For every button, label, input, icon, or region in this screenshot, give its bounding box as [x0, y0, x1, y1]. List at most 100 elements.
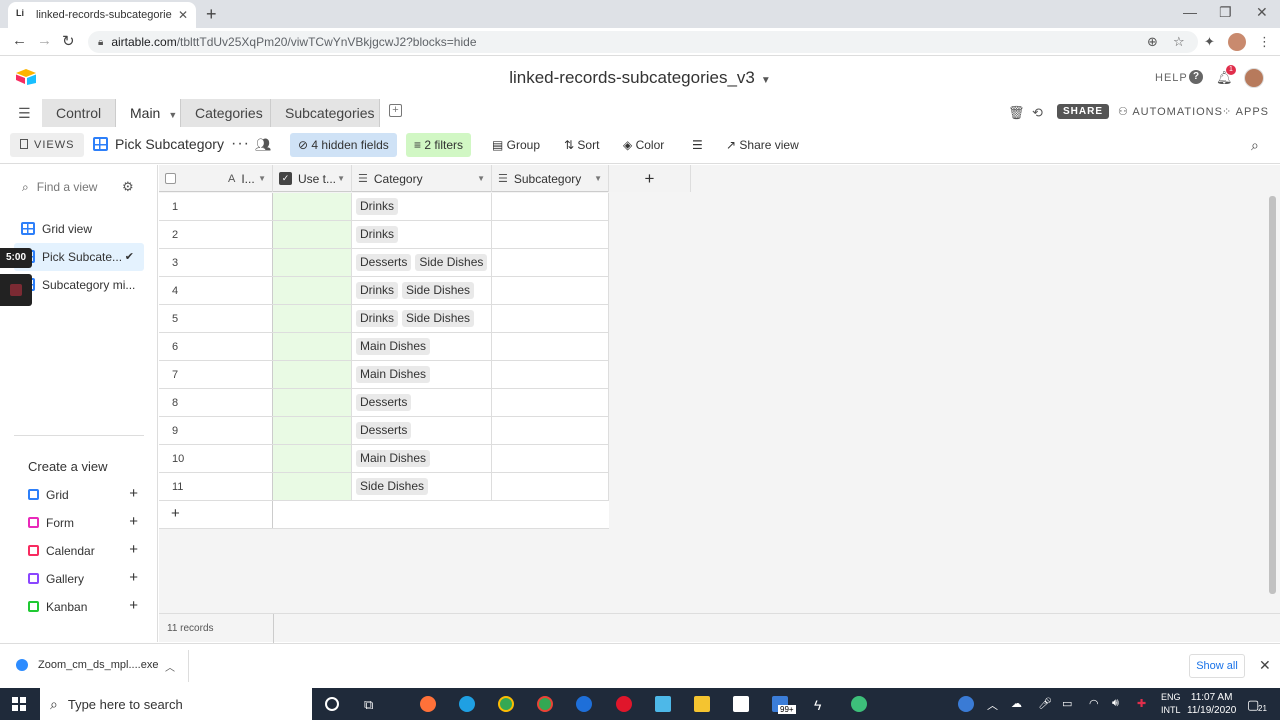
- use-cell[interactable]: [273, 361, 352, 388]
- trash-icon[interactable]: 🗑︎: [1008, 105, 1025, 121]
- category-cell[interactable]: Drinks Side Dishes: [352, 277, 492, 304]
- lightning-icon[interactable]: ϟ: [814, 697, 821, 713]
- use-cell[interactable]: [273, 445, 352, 472]
- category-cell[interactable]: Side Dishes: [352, 473, 492, 500]
- more-options-icon[interactable]: ···: [231, 135, 250, 153]
- app-icon[interactable]: [655, 696, 671, 712]
- base-title[interactable]: linked-records-subcategories_v3 ▼: [0, 68, 1280, 88]
- column-header-use[interactable]: ✓ Use t... ▼: [273, 165, 352, 192]
- category-cell[interactable]: Drinks: [352, 193, 492, 220]
- category-pill[interactable]: Side Dishes: [356, 478, 429, 495]
- table-row[interactable]: 11 Side Dishes: [159, 473, 609, 501]
- current-view-name[interactable]: Pick Subcategory: [93, 136, 224, 152]
- sidebar-item-grid-view[interactable]: Grid view: [14, 215, 144, 243]
- column-header-category[interactable]: ☰ Category ▼: [352, 165, 492, 192]
- chevron-down-icon[interactable]: ▼: [258, 174, 266, 183]
- table-row[interactable]: 1 Drinks: [159, 193, 609, 221]
- address-bar[interactable]: 🔒︎ airtable.com/tblttTdUv25XqPm20/viwTCw…: [88, 31, 1198, 53]
- ie-icon[interactable]: [576, 696, 592, 712]
- chevron-down-icon[interactable]: ▼: [477, 174, 485, 183]
- category-cell[interactable]: Desserts: [352, 389, 492, 416]
- subcategory-cell[interactable]: [492, 221, 609, 248]
- table-row[interactable]: 6 Main Dishes: [159, 333, 609, 361]
- create-gallery-view[interactable]: Gallery +: [28, 569, 138, 589]
- chrome-icon[interactable]: [498, 696, 514, 712]
- windows-start-icon[interactable]: [12, 697, 26, 711]
- tab-main[interactable]: Main ▼: [116, 99, 181, 127]
- add-record-row[interactable]: +: [159, 501, 609, 529]
- create-form-view[interactable]: Form +: [28, 513, 138, 533]
- network-icon[interactable]: ✚: [1137, 697, 1146, 710]
- hidden-fields-button[interactable]: ⊘ 4 hidden fields: [290, 133, 397, 157]
- views-toggle-button[interactable]: VIEWS: [10, 133, 85, 157]
- category-pill[interactable]: Main Dishes: [356, 338, 431, 355]
- subcategory-cell[interactable]: [492, 305, 609, 332]
- reload-icon[interactable]: ↻: [62, 32, 75, 50]
- category-cell[interactable]: Desserts: [352, 417, 492, 444]
- use-cell[interactable]: [273, 249, 352, 276]
- chevron-down-icon[interactable]: ▼: [337, 174, 345, 183]
- chevron-down-icon[interactable]: ▼: [168, 110, 177, 120]
- category-pill[interactable]: Side Dishes: [402, 310, 475, 327]
- download-item[interactable]: Zoom_cm_ds_mpl....exe: [16, 659, 158, 671]
- automations-button[interactable]: ⚇ AUTOMATIONS: [1118, 105, 1223, 118]
- chevron-down-icon[interactable]: ▼: [594, 174, 602, 183]
- share-button[interactable]: SHARE: [1057, 104, 1110, 119]
- subcategory-cell[interactable]: [492, 389, 609, 416]
- color-button[interactable]: ◈ Color: [615, 133, 672, 157]
- apps-button[interactable]: ⁘ APPS: [1222, 105, 1269, 118]
- row-height-button[interactable]: ☰: [684, 133, 711, 157]
- create-calendar-view[interactable]: Calendar +: [28, 541, 138, 561]
- use-cell[interactable]: [273, 333, 352, 360]
- vertical-scrollbar[interactable]: [1269, 196, 1276, 594]
- sidebar-item-subcategory-mi[interactable]: Subcategory mi...: [14, 271, 144, 299]
- help-tray-icon[interactable]: [958, 696, 974, 712]
- use-cell[interactable]: [273, 221, 352, 248]
- add-field-button[interactable]: +: [609, 165, 691, 192]
- close-window-icon[interactable]: ✕: [1256, 4, 1268, 21]
- volume-icon[interactable]: 🔊︎: [1112, 697, 1119, 710]
- table-row[interactable]: 3 Desserts Side Dishes: [159, 249, 609, 277]
- plus-icon[interactable]: +: [129, 541, 138, 558]
- category-cell[interactable]: Drinks Side Dishes: [352, 305, 492, 332]
- avatar[interactable]: [1244, 68, 1264, 88]
- category-pill[interactable]: Main Dishes: [356, 366, 431, 383]
- add-record-icon[interactable]: +: [159, 501, 273, 528]
- back-icon[interactable]: ←: [12, 32, 27, 49]
- subcategory-cell[interactable]: [492, 417, 609, 444]
- wifi-icon[interactable]: ◠: [1089, 697, 1099, 710]
- profile-avatar[interactable]: [1228, 33, 1246, 51]
- browser-menu-icon[interactable]: ⋮: [1258, 34, 1271, 50]
- extensions-icon[interactable]: ✦: [1204, 34, 1215, 50]
- subcategory-cell[interactable]: [492, 333, 609, 360]
- subcategory-cell[interactable]: [492, 445, 609, 472]
- category-pill[interactable]: Desserts: [356, 394, 412, 411]
- category-pill[interactable]: Drinks: [356, 310, 399, 327]
- use-cell[interactable]: [273, 417, 352, 444]
- stop-recording-button[interactable]: [0, 274, 32, 306]
- bookmark-star-icon[interactable]: ☆: [1173, 34, 1185, 50]
- plus-icon[interactable]: +: [129, 485, 138, 502]
- create-kanban-view[interactable]: Kanban +: [28, 597, 138, 617]
- file-explorer-icon[interactable]: [694, 696, 710, 712]
- help-icon[interactable]: ?: [1189, 70, 1203, 84]
- help-link[interactable]: HELP: [1155, 72, 1188, 84]
- category-pill[interactable]: Drinks: [356, 282, 399, 299]
- category-cell[interactable]: Main Dishes: [352, 445, 492, 472]
- close-icon[interactable]: ✕: [1259, 657, 1271, 674]
- taskbar-search[interactable]: ⌕ Type here to search: [40, 688, 312, 720]
- chrome-alt-icon[interactable]: [537, 696, 553, 712]
- new-tab-icon[interactable]: +: [206, 4, 217, 25]
- language-indicator[interactable]: ENG INTL: [1161, 691, 1181, 717]
- filters-button[interactable]: ≡ 2 filters: [406, 133, 472, 157]
- subcategory-cell[interactable]: [492, 473, 609, 500]
- find-view-input[interactable]: ⌕ Find a view: [22, 180, 97, 195]
- tab-subcategories[interactable]: Subcategories: [271, 99, 380, 127]
- use-cell[interactable]: [273, 305, 352, 332]
- sidebar-item-pick-subcategory[interactable]: Pick Subcate... ✔: [14, 243, 144, 271]
- category-cell[interactable]: Main Dishes: [352, 333, 492, 360]
- close-tab-icon[interactable]: ✕: [178, 8, 188, 22]
- use-cell[interactable]: [273, 389, 352, 416]
- zoom-icon[interactable]: ⊕: [1147, 34, 1158, 50]
- column-header-subcategory[interactable]: ☰ Subcategory ▼: [492, 165, 609, 192]
